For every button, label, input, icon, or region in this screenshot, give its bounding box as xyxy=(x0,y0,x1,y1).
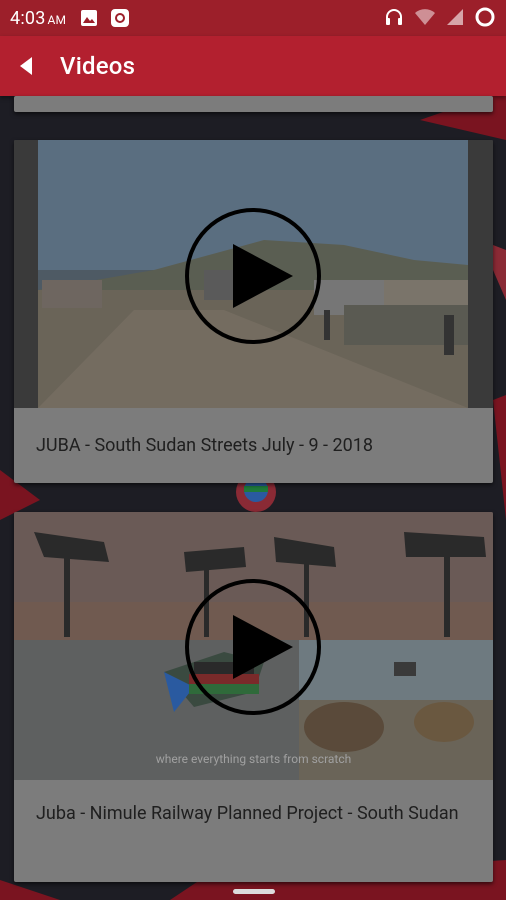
image-icon xyxy=(81,10,98,26)
video-title: Juba - Nimule Railway Planned Project - … xyxy=(36,803,459,824)
headset-icon xyxy=(386,9,402,25)
video-card[interactable]: where everything starts from scratch Jub… xyxy=(14,512,493,882)
back-arrow-icon xyxy=(20,57,32,75)
video-title: JUBA - South Sudan Streets July - 9 - 20… xyxy=(36,434,373,456)
back-button[interactable] xyxy=(6,46,46,86)
play-button-icon[interactable] xyxy=(183,577,323,717)
page-title: Videos xyxy=(60,52,136,80)
wifi-icon xyxy=(415,9,435,25)
app-notification-icon xyxy=(111,9,130,27)
app-bar: Videos xyxy=(0,36,506,96)
gesture-nav-handle[interactable] xyxy=(233,889,275,894)
thumbnail-overlay-text: where everything starts from scratch xyxy=(155,752,352,766)
status-time: 4:03 AM xyxy=(10,7,67,29)
signal-icon xyxy=(447,9,463,25)
video-card-partial[interactable] xyxy=(14,96,493,112)
video-thumbnail[interactable] xyxy=(14,140,493,408)
video-card[interactable]: JUBA - South Sudan Streets July - 9 - 20… xyxy=(14,140,493,483)
video-thumbnail[interactable]: where everything starts from scratch xyxy=(14,512,493,780)
status-bar: 4:03 AM xyxy=(0,0,506,36)
circle-icon xyxy=(475,7,495,27)
play-button-icon[interactable] xyxy=(183,206,323,346)
